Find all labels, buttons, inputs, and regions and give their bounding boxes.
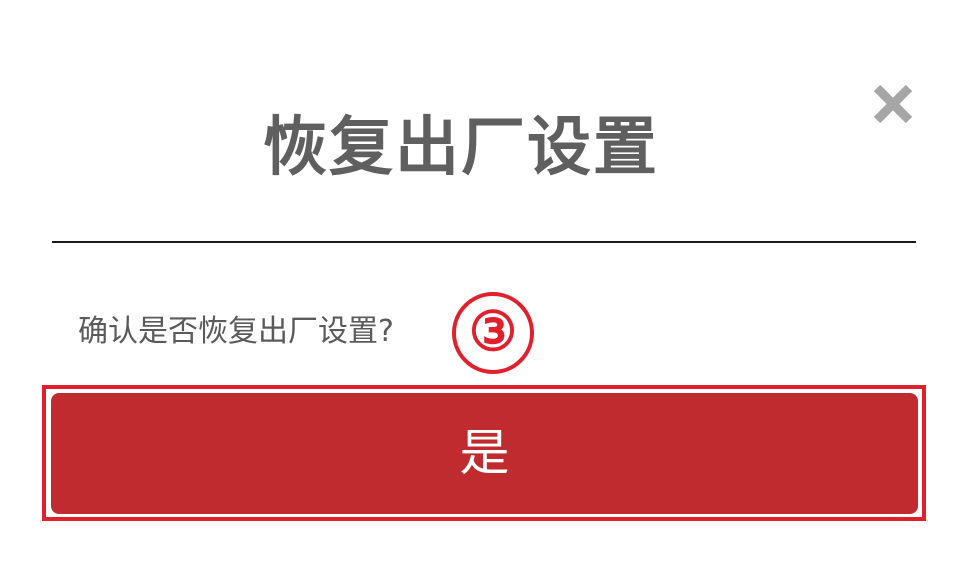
confirm-yes-button[interactable]: 是	[51, 393, 918, 514]
dialog-title: 恢复出厂设置	[263, 111, 659, 185]
title-divider	[52, 241, 916, 243]
confirm-message: 确认是否恢复出厂设置?	[78, 314, 394, 349]
factory-reset-dialog: 恢复出厂设置 确认是否恢复出厂设置? ③ 是	[0, 0, 969, 563]
step-number-marker: ③	[452, 292, 534, 374]
